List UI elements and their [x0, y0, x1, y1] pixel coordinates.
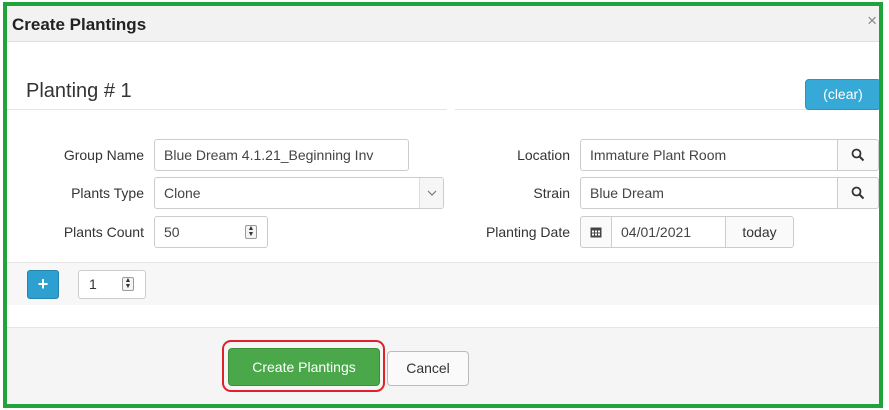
cancel-button[interactable]: Cancel — [387, 351, 469, 386]
calendar-icon — [590, 227, 602, 238]
location-search-button[interactable] — [837, 139, 879, 171]
add-planting-button[interactable]: + — [27, 270, 59, 299]
planting-title: Planting # 1 — [26, 80, 132, 102]
planting-date-input[interactable]: 04/01/2021 — [611, 216, 726, 248]
search-icon — [851, 148, 865, 162]
dialog-titlebar: Create Plantings × — [7, 6, 879, 42]
strain-search-button[interactable] — [837, 177, 879, 209]
planting-count-input[interactable]: 1 ▲ ▼ — [78, 270, 146, 299]
strain-label: Strain — [533, 185, 570, 201]
plants-type-value: Clone — [164, 185, 201, 201]
group-name-label: Group Name — [63, 147, 144, 163]
create-plantings-dialog: Create Plantings × Planting # 1 (clear) … — [0, 0, 889, 410]
plants-count-label: Plants Count — [63, 224, 144, 240]
plants-count-value: 50 — [164, 224, 180, 240]
plants-count-input[interactable]: 50 ▲ ▼ — [154, 216, 268, 248]
calendar-button[interactable] — [580, 216, 612, 248]
spinner-icon[interactable]: ▲ ▼ — [245, 225, 257, 239]
dialog-title: Create Plantings — [12, 15, 147, 34]
plants-type-select[interactable]: Clone — [154, 177, 444, 209]
location-label: Location — [517, 147, 570, 163]
group-name-input[interactable]: Blue Dream 4.1.21_Beginning Inv — [154, 139, 409, 171]
add-planting-row: + 1 ▲ ▼ — [7, 262, 879, 305]
chevron-down-icon — [419, 178, 443, 208]
location-input[interactable]: Immature Plant Room — [580, 139, 838, 171]
spinner-icon[interactable]: ▲ ▼ — [122, 277, 134, 291]
plants-type-label: Plants Type — [71, 185, 144, 201]
planting-date-label: Planting Date — [485, 224, 570, 240]
today-button[interactable]: today — [725, 216, 794, 248]
close-icon[interactable]: × — [867, 12, 877, 29]
create-plantings-button[interactable]: Create Plantings — [228, 348, 380, 386]
strain-input[interactable]: Blue Dream — [580, 177, 838, 209]
search-icon — [851, 186, 865, 200]
planting-count-value: 1 — [89, 276, 97, 292]
clear-button[interactable]: (clear) — [805, 79, 881, 110]
planting-panel-header: Planting # 1 (clear) — [7, 60, 881, 110]
header-divider — [447, 60, 455, 110]
